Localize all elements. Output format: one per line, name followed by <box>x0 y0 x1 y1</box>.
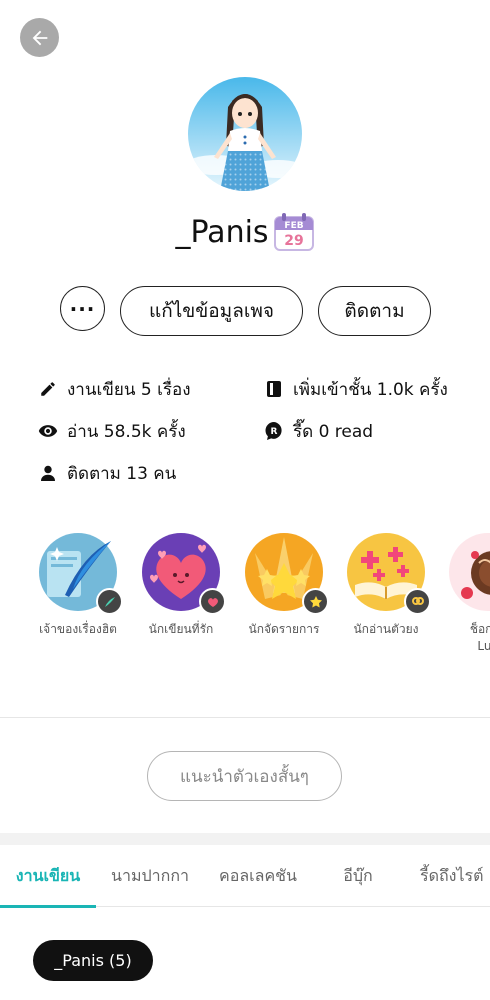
pen-name-chip-label: _Panis (5) <box>54 951 132 970</box>
stat-reads-text: อ่าน 58.5k ครั้ง <box>67 421 186 442</box>
badge-label: นักจัดรายการ <box>248 622 320 636</box>
book-icon <box>263 378 285 400</box>
stat-reeds-text: รี๊ด 0 read <box>293 421 374 442</box>
badge-label: นักอ่านตัวยง <box>353 622 419 636</box>
eye-icon <box>37 420 59 442</box>
tab-collections[interactable]: คอลเลคชัน <box>208 845 308 907</box>
chocolate-badge-icon <box>449 533 490 611</box>
heart-badge-icon <box>142 533 226 615</box>
stat-shelf: เพิ่มเข้าชั้น 1.0k ครั้ง <box>263 376 448 402</box>
edit-page-label: แก้ไขข้อมูลเพจ <box>148 300 274 322</box>
follow-label: ติดตาม <box>344 300 405 322</box>
badge-choco-luv[interactable]: ช็อกโก Luv <box>438 533 490 655</box>
follow-button[interactable]: ติดตาม <box>318 286 431 336</box>
active-tab-indicator <box>0 905 96 908</box>
back-button[interactable] <box>20 18 59 57</box>
stat-reads: อ่าน 58.5k ครั้ง <box>37 418 186 444</box>
tab-label: รี้ดถึงไรต์ <box>420 865 484 885</box>
tab-works[interactable]: งานเขียน <box>0 845 96 907</box>
stat-works: งานเขียน 5 เรื่อง <box>37 376 191 402</box>
feather-mini-icon <box>96 588 123 615</box>
stat-reeds: R รี๊ด 0 read <box>263 418 373 444</box>
feather-badge-icon <box>39 533 123 615</box>
book-badge-icon <box>347 533 431 615</box>
badge-label-line1: ช็อกโก <box>469 622 490 636</box>
tab-label: นามปากกา <box>111 865 189 885</box>
avatar <box>188 77 302 191</box>
more-options-button[interactable]: ··· <box>60 286 105 331</box>
reed-bubble-icon: R <box>263 420 285 442</box>
arrow-left-icon <box>32 30 47 45</box>
badge-hit-story[interactable]: เจ้าของเรื่องฮิต <box>28 533 128 638</box>
badge-host[interactable]: นักจัดรายการ <box>234 533 334 638</box>
tab-label: อีบุ๊ก <box>343 865 373 885</box>
badge-label: นักเขียนที่รัก <box>148 622 214 636</box>
calendar-icon: FEB 29 <box>273 213 314 251</box>
calendar-day: 29 <box>284 233 303 249</box>
edit-page-button[interactable]: แก้ไขข้อมูลเพจ <box>120 286 303 336</box>
badge-label-line2: Luv <box>477 639 490 653</box>
badge-avid-reader[interactable]: นักอ่านตัวยง <box>336 533 436 638</box>
tab-ebooks[interactable]: อีบุ๊ก <box>318 845 398 907</box>
profile-name: _Panis <box>175 214 269 250</box>
stat-shelf-text: เพิ่มเข้าชั้น 1.0k ครั้ง <box>293 379 448 400</box>
heart-mini-icon <box>199 588 226 615</box>
svg-text:R: R <box>271 427 278 437</box>
stat-following: ติดตาม 13 คน <box>37 460 176 486</box>
pencil-icon <box>37 378 59 400</box>
star-mini-icon <box>302 588 329 615</box>
person-icon <box>37 462 59 484</box>
tab-label: คอลเลคชัน <box>219 865 297 885</box>
pen-name-chip[interactable]: _Panis (5) <box>33 940 153 981</box>
badge-label: ช็อกโก Luv <box>438 621 490 655</box>
section-separator <box>0 833 490 845</box>
more-options-label: ··· <box>69 296 96 321</box>
tab-label: งานเขียน <box>15 865 81 885</box>
short-intro-label: แนะนำตัวเองสั้นๆ <box>180 766 309 787</box>
tab-reed-to-writer[interactable]: รี้ดถึงไรต์ <box>410 845 490 907</box>
pretzel-mini-icon <box>404 588 431 615</box>
divider <box>0 717 490 718</box>
badge-beloved-writer[interactable]: นักเขียนที่รัก <box>131 533 231 638</box>
tab-pen-names[interactable]: นามปากกา <box>102 845 198 907</box>
badge-label: เจ้าของเรื่องฮิต <box>39 622 117 636</box>
badge-list: เจ้าของเรื่องฮิต นักเขียนที่รัก นักจัดรา… <box>0 533 490 663</box>
calendar-month: FEB <box>284 221 303 231</box>
star-badge-icon <box>245 533 329 615</box>
stat-following-text: ติดตาม 13 คน <box>67 463 177 484</box>
profile-tabs: งานเขียน นามปากกา คอลเลคชัน อีบุ๊ก รี้ดถ… <box>0 845 490 908</box>
short-intro-button[interactable]: แนะนำตัวเองสั้นๆ <box>147 751 342 801</box>
stat-works-text: งานเขียน 5 เรื่อง <box>67 379 191 400</box>
